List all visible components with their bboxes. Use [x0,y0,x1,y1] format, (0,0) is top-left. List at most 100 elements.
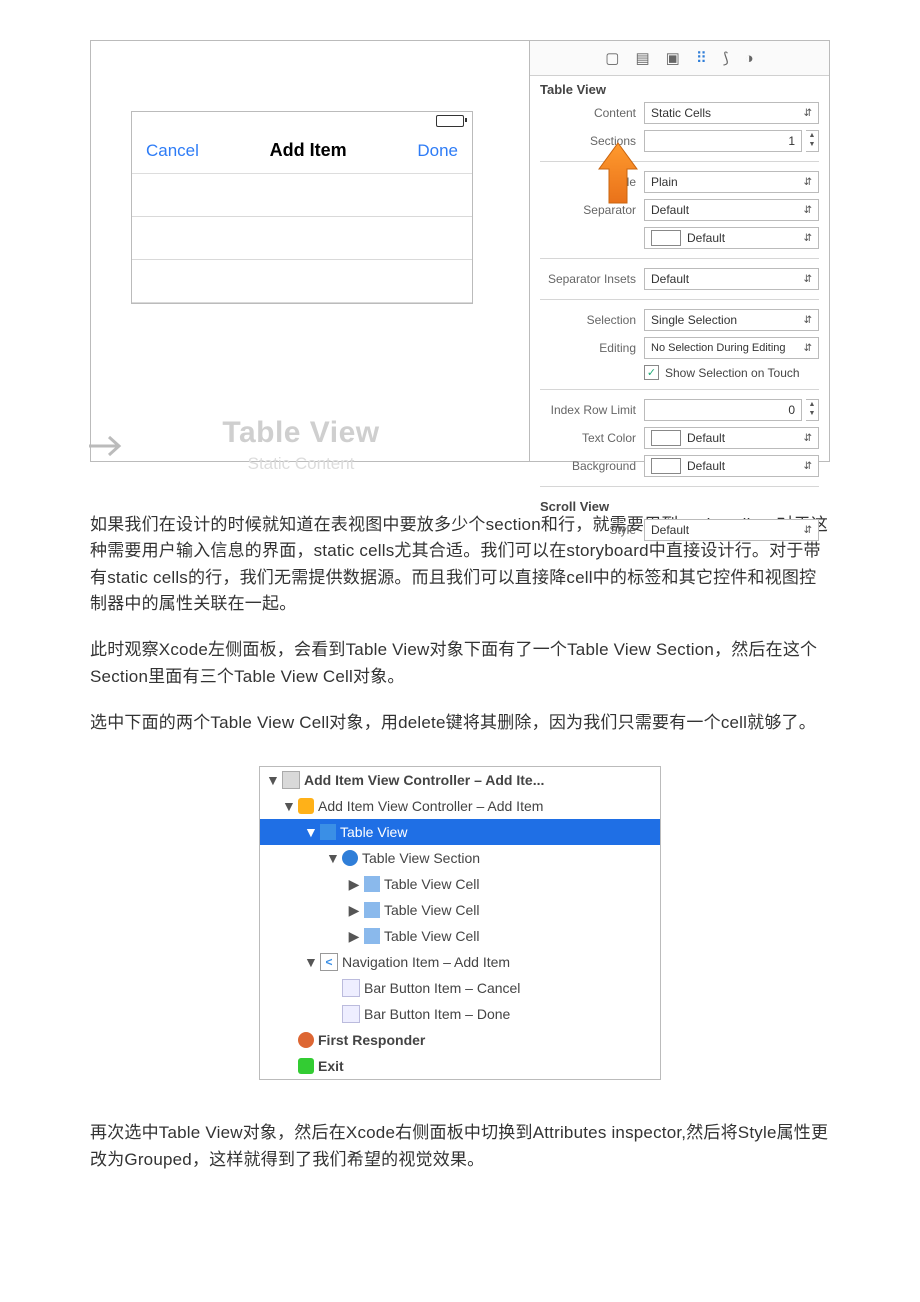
style-select[interactable]: Plain⇵ [644,171,819,193]
scene-icon [282,771,300,789]
document-outline-figure: ▼ Add Item View Controller – Add Ite... … [259,766,661,1080]
outline-bar-button-done[interactable]: ▶ Bar Button Item – Done [260,1001,660,1027]
color-swatch-icon [651,230,681,246]
size-inspector-icon[interactable]: ⟆ [723,49,729,67]
separator-color-select[interactable]: Default⇵ [644,227,819,249]
done-button[interactable]: Done [417,141,458,161]
table-cell-icon [364,902,380,918]
disclosure-triangle-icon[interactable]: ▼ [282,798,294,814]
color-swatch-icon [651,458,681,474]
nav-title: Add Item [270,140,347,161]
attributes-inspector-icon[interactable]: ⠿ [696,49,707,67]
table-section-icon [342,850,358,866]
separator-select[interactable]: Default⇵ [644,199,819,221]
sections-field[interactable]: 1 [644,130,802,152]
outline-navigation-item[interactable]: ▼ < Navigation Item – Add Item [260,949,660,975]
row-content: Content Static Cells⇵ [530,99,829,127]
color-swatch-icon [651,430,681,446]
outline-first-responder[interactable]: ▶ First Responder [260,1027,660,1053]
index-row-limit-field[interactable]: 0 [644,399,802,421]
row-selection: Selection Single Selection⇵ [530,306,829,334]
first-responder-icon [298,1032,314,1048]
navigation-item-icon: < [320,953,338,971]
row-sv-style: Style Default⇵ [530,516,829,544]
cancel-button[interactable]: Cancel [146,141,199,161]
checkbox-checked-icon: ✓ [644,365,659,380]
outline-table-view[interactable]: ▼ Table View [260,819,660,845]
row-background: Background Default⇵ [530,452,829,480]
background-label: Background [540,459,644,473]
exit-icon [298,1058,314,1074]
battery-icon [436,115,464,127]
row-style: Style Plain⇵ [530,168,829,196]
disclosure-triangle-icon[interactable]: ▼ [326,850,338,866]
sv-style-label: Style [540,523,644,537]
placeholder-title: Table View [131,416,471,450]
outline-view-controller[interactable]: ▼ Add Item View Controller – Add Item [260,793,660,819]
paragraph: 选中下面的两个Table View Cell对象，用delete键将其删除，因为… [90,710,830,736]
sections-label: Sections [540,134,644,148]
selection-label: Selection [540,313,644,327]
outline-bar-button-cancel[interactable]: ▶ Bar Button Item – Cancel [260,975,660,1001]
table-cell[interactable] [132,260,472,303]
table-cells [132,174,472,303]
section-table-view: Table View [530,76,829,99]
selection-select[interactable]: Single Selection⇵ [644,309,819,331]
status-bar [132,112,472,130]
table-cell-icon [364,928,380,944]
index-row-limit-stepper[interactable]: ▲▼ [806,399,819,421]
table-view-icon [320,824,336,840]
table-cell-icon [364,876,380,892]
xcode-screenshot-figure: Cancel Add Item Done Table View Static C… [90,40,830,462]
bar-button-icon [342,979,360,997]
attributes-inspector: ▢ ▤ ▣ ⠿ ⟆ ◑ Table View Content Static Ce… [529,41,829,461]
disclosure-triangle-icon[interactable]: ▶ [348,928,360,945]
separator-insets-select[interactable]: Default⇵ [644,268,819,290]
sections-stepper[interactable]: ▲▼ [806,130,819,152]
row-index-row-limit: Index Row Limit 0▲▼ [530,396,829,424]
paragraph: 再次选中Table View对象，然后在Xcode右侧面板中切换到Attribu… [90,1120,830,1173]
index-row-limit-label: Index Row Limit [540,403,644,417]
outline-table-view-cell[interactable]: ▶ Table View Cell [260,871,660,897]
row-sections: Sections 1▲▼ [530,127,829,155]
identity-inspector-icon[interactable]: ▣ [666,49,680,67]
disclosure-triangle-icon[interactable]: ▶ [348,876,360,893]
text-color-select[interactable]: Default⇵ [644,427,819,449]
outline-scene[interactable]: ▼ Add Item View Controller – Add Ite... [260,767,660,793]
outline-table-view-cell[interactable]: ▶ Table View Cell [260,923,660,949]
content-select[interactable]: Static Cells⇵ [644,102,819,124]
table-cell[interactable] [132,174,472,217]
show-selection-on-touch-checkbox[interactable]: ✓ Show Selection on Touch [530,362,829,383]
section-scroll-view: Scroll View [530,493,829,516]
placeholder-subtitle: Static Content [131,454,471,474]
disclosure-triangle-icon[interactable]: ▶ [348,902,360,919]
quick-help-icon[interactable]: ▤ [635,49,649,67]
row-editing: Editing No Selection During Editing⇵ [530,334,829,362]
connections-inspector-icon[interactable]: ◑ [745,50,754,67]
editing-select[interactable]: No Selection During Editing⇵ [644,337,819,359]
view-controller-icon [298,798,314,814]
disclosure-triangle-icon[interactable]: ▼ [304,824,316,840]
table-cell[interactable] [132,217,472,260]
inspector-tabs: ▢ ▤ ▣ ⠿ ⟆ ◑ [530,41,829,76]
separator-insets-label: Separator Insets [540,272,644,286]
style-label: Style [540,175,644,189]
outline-table-view-section[interactable]: ▼ Table View Section [260,845,660,871]
outline-exit[interactable]: ▶ Exit [260,1053,660,1079]
editing-label: Editing [540,341,644,355]
paragraph: 此时观察Xcode左侧面板，会看到Table View对象下面有了一个Table… [90,637,830,690]
sv-style-select[interactable]: Default⇵ [644,519,819,541]
chevron-updown-icon: ⇵ [804,108,812,119]
background-select[interactable]: Default⇵ [644,455,819,477]
file-inspector-icon[interactable]: ▢ [605,49,619,67]
row-text-color: Text Color Default⇵ [530,424,829,452]
disclosure-triangle-icon[interactable]: ▼ [266,772,278,788]
row-separator-insets: Separator Insets Default⇵ [530,265,829,293]
bar-button-icon [342,1005,360,1023]
outline-table-view-cell[interactable]: ▶ Table View Cell [260,897,660,923]
storyboard-entry-arrow-icon [89,431,129,461]
row-separator: Separator Default⇵ [530,196,829,224]
storyboard-phone-preview: Cancel Add Item Done [131,111,473,304]
disclosure-triangle-icon[interactable]: ▼ [304,954,316,970]
text-color-label: Text Color [540,431,644,445]
